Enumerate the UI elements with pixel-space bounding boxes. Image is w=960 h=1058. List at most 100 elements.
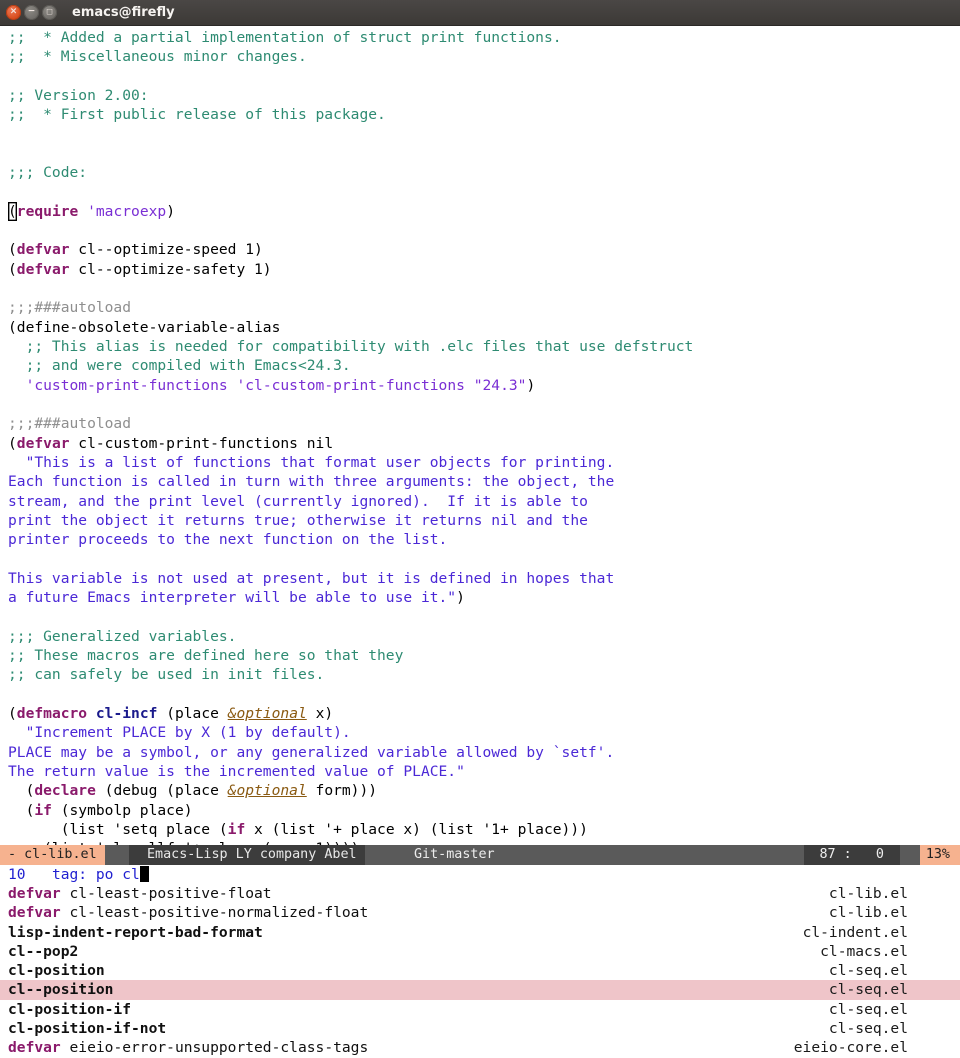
completion-row-selected[interactable]: cl--position cl-seq.el xyxy=(0,980,960,1000)
completion-name: cl-least-positive-float xyxy=(69,885,272,902)
code-token: ;; * Added a partial implementation of s… xyxy=(8,29,562,46)
code-token: defvar xyxy=(16,241,70,259)
completion-list[interactable]: defvar cl-least-positive-float cl-lib.el d… xyxy=(0,884,960,1058)
completion-row[interactable]: cl--pop2 cl-macs.el xyxy=(0,942,960,961)
completion-kind: defvar xyxy=(8,1039,61,1057)
code-line: ;; * Miscellaneous minor changes. xyxy=(8,47,960,66)
code-token: ( xyxy=(8,241,17,259)
modeline-major-mode-segment[interactable]: Emacs-Lisp LY company Abel xyxy=(129,845,365,865)
code-line: (declare (debug (place &optional form))) xyxy=(8,781,960,800)
code-line: ;; These macros are defined here so that… xyxy=(8,646,960,665)
code-token: defvar xyxy=(16,260,70,278)
modeline-major-mode: Emacs-Lisp LY company Abel xyxy=(147,847,357,862)
window-title: emacs@firefly xyxy=(72,5,175,20)
code-line: ;; This alias is needed for compatibilit… xyxy=(8,337,960,356)
code-line: Each function is called in turn with thr… xyxy=(8,472,960,491)
code-token: ( xyxy=(8,704,17,722)
code-token: ;;;###autoload xyxy=(8,299,132,317)
minibuffer-input[interactable]: po cl xyxy=(96,866,140,883)
code-token: ( xyxy=(8,782,35,800)
maximize-icon: □ xyxy=(46,7,53,16)
code-token: ;; and were compiled with Emacs<24.3. xyxy=(8,357,351,375)
modeline-percent-segment[interactable]: 13% xyxy=(919,845,960,865)
completion-row[interactable]: defvar cl-least-positive-float cl-lib.el xyxy=(0,884,960,903)
code-token: if xyxy=(227,820,246,838)
code-line: ;;;###autoload xyxy=(8,414,960,433)
code-line: ;;;###autoload xyxy=(8,298,960,317)
code-token: cl-custom-print-functions nil xyxy=(69,434,334,452)
code-token: ) xyxy=(166,202,175,220)
modeline-position-segment[interactable]: 87 : 0 xyxy=(803,845,900,865)
modeline-buffer-segment[interactable]: - cl-lib.el xyxy=(0,845,105,865)
completion-source-file: cl-lib.el xyxy=(828,885,908,902)
completion-source-file: cl-indent.el xyxy=(802,923,908,941)
code-token: defmacro xyxy=(16,704,88,722)
code-line: ;; * Added a partial implementation of s… xyxy=(8,28,960,47)
maximize-button[interactable]: □ xyxy=(42,5,57,20)
completion-name: cl-position-if-not xyxy=(8,1020,167,1038)
completion-name: eieio-error-unsupported-class-tags xyxy=(69,1039,369,1057)
code-token: ( xyxy=(8,260,17,278)
close-button[interactable]: × xyxy=(6,5,21,20)
code-token: ) xyxy=(526,376,536,394)
code-token: ;; * Miscellaneous minor changes. xyxy=(8,48,307,66)
completion-name: cl--position xyxy=(8,981,114,999)
code-line: (defmacro cl-incf (place &optional x) xyxy=(8,704,960,723)
minibuffer-prefix: 10 xyxy=(8,866,26,883)
code-token: form))) xyxy=(306,782,378,800)
code-line: a future Emacs interpreter will be able … xyxy=(8,588,960,607)
code-token: x) xyxy=(306,704,334,722)
completion-row[interactable]: cl-position-if cl-seq.el xyxy=(0,1000,960,1019)
code-line: (defvar cl--optimize-safety 1) xyxy=(8,260,960,279)
code-line: 'custom-print-functions 'cl-custom-print… xyxy=(8,376,960,395)
code-line: The return value is the incremented valu… xyxy=(8,762,960,781)
code-token: cl--optimize-speed 1) xyxy=(69,241,263,259)
code-token: 'macroexp xyxy=(87,202,167,220)
completion-source-file: cl-macs.el xyxy=(820,942,908,960)
completion-name: cl--pop2 xyxy=(8,942,79,960)
code-token: a future Emacs interpreter will be able … xyxy=(8,589,457,607)
code-token: ( xyxy=(8,434,17,452)
code-token: ;;; Generalized variables. xyxy=(8,627,237,645)
modeline-vc-segment[interactable]: Git-master xyxy=(396,845,503,865)
minimize-button[interactable]: − xyxy=(24,5,39,20)
code-line: (define-obsolete-variable-alias xyxy=(8,318,960,337)
code-buffer[interactable]: ;; * Added a partial implementation of s… xyxy=(0,26,960,857)
modeline-arrow-left-1 xyxy=(767,845,778,865)
completion-row[interactable]: defvar cl-least-positive-normalized-floa… xyxy=(0,903,960,922)
code-token: cl-incf xyxy=(95,704,158,722)
completion-row[interactable]: cl-position-if-not cl-seq.el xyxy=(0,1019,960,1038)
code-token: PLACE may be a symbol, or any generalize… xyxy=(8,743,615,761)
code-line: stream, and the print level (currently i… xyxy=(8,492,960,511)
completion-row[interactable]: cl-position cl-seq.el xyxy=(0,961,960,980)
code-token: "This is a list of functions that format… xyxy=(8,453,615,471)
window-title-bar: × − □ emacs@firefly xyxy=(0,0,960,26)
modeline-vc-branch: Git-master xyxy=(414,847,495,862)
code-token: "24.3" xyxy=(473,376,527,394)
code-line: (defvar cl-custom-print-functions nil xyxy=(8,434,960,453)
minibuffer-gap xyxy=(26,866,52,883)
code-token: ;; This alias is needed for compatibilit… xyxy=(8,338,694,355)
completion-row[interactable]: lisp-indent-report-bad-format cl-indent.e… xyxy=(0,923,960,942)
code-line: ;; can safely be used in init files. xyxy=(8,665,960,684)
code-token: cl--optimize-safety 1) xyxy=(69,260,272,278)
code-line: (require 'macroexp) xyxy=(8,202,960,221)
minimize-icon: − xyxy=(27,6,36,17)
point-cursor: ( xyxy=(8,202,17,220)
completion-row[interactable]: defvar eieio-error-unsupported-class-tag… xyxy=(0,1038,960,1057)
code-line: (list 'setq place (if x (list '+ place x… xyxy=(8,820,960,839)
modeline-scroll-percent: 13% xyxy=(925,847,950,862)
minibuffer[interactable]: 10 tag: po cl xyxy=(0,865,960,884)
code-token: Each function is called in turn with thr… xyxy=(8,473,615,491)
code-token: ;;;###autoload xyxy=(8,415,132,433)
minibuffer-space xyxy=(87,866,96,883)
code-line: print the object it returns true; otherw… xyxy=(8,511,960,530)
code-token: ;; can safely be used in init files. xyxy=(8,666,325,684)
code-token: stream, and the print level (currently i… xyxy=(8,492,588,510)
completion-name: cl-least-positive-normalized-float xyxy=(69,904,369,922)
